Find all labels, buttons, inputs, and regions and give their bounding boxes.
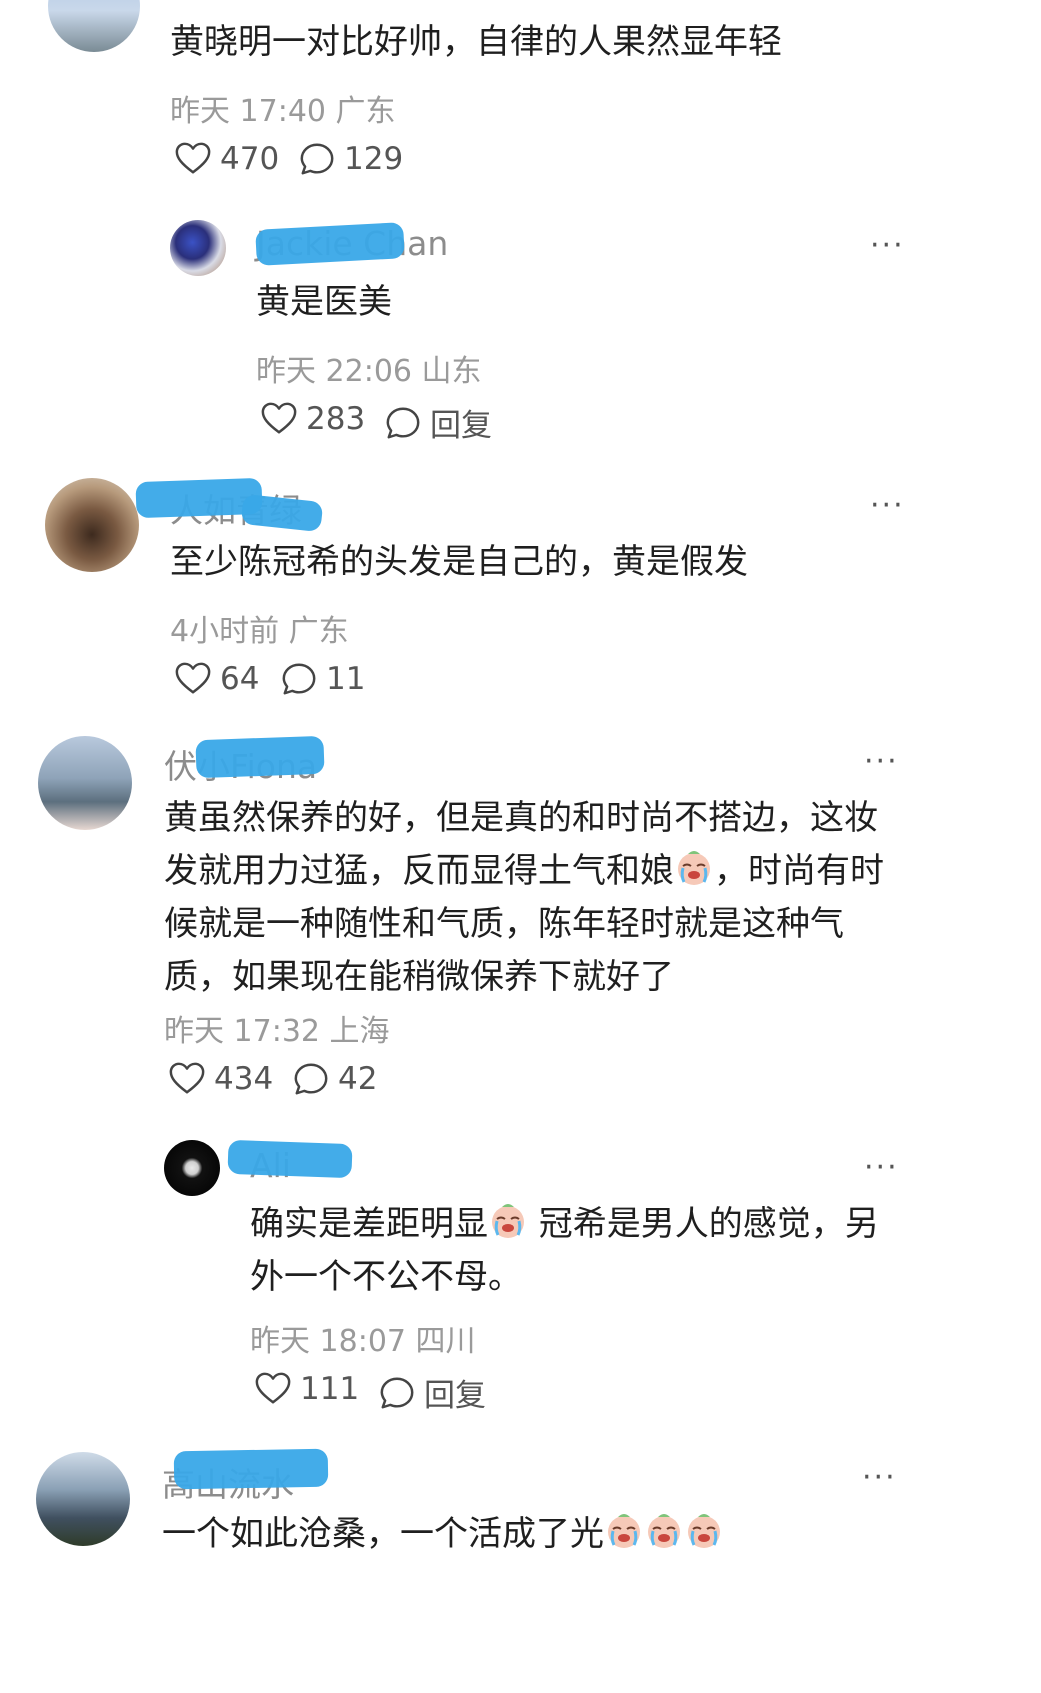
more-options-icon[interactable]: ··· [864,747,899,777]
text-line: 确实是差距明显 冠希是男人的感觉，另 [250,1198,1010,1251]
more-options-icon[interactable]: ··· [864,1153,899,1183]
reply-count: 42 [338,1061,378,1097]
comment-time: 昨天 22:06 [256,354,412,389]
comment-text: 黄虽然保养的好，但是真的和时尚不搭边，这妆 发就用力过猛，反而显得土气和娘 ，时尚… [164,792,1004,1004]
like-button[interactable]: 64 [174,660,259,698]
redaction-mark [227,1139,353,1179]
text-line: 外一个不公不母。 [250,1257,522,1297]
comment-time: 昨天 18:07 [250,1324,406,1359]
text-line: 黄虽然保养的好，但是真的和时尚不搭边，这妆 [164,798,878,838]
comment-meta: 昨天 18:07 四川 [250,1316,476,1360]
comment-button[interactable]: 11 [280,660,365,698]
comment-button[interactable]: 129 [298,140,403,178]
comment-button[interactable]: 42 [292,1060,377,1098]
crying-face-emoji [674,848,714,888]
like-count: 470 [220,141,280,177]
like-count: 434 [214,1061,274,1097]
text-line: 发就用力过猛，反而显得土气和娘 ，时尚有时 [164,845,1004,898]
comment-text: 至少陈冠希的头发是自己的，黄是假发 [170,542,748,582]
heart-outline-icon [174,140,212,178]
crying-face-emoji [644,1511,684,1551]
speech-bubble-icon [298,140,336,178]
speech-bubble-icon [280,660,318,698]
comment-location: 广东 [335,94,396,129]
reply-count: 129 [344,141,404,177]
comment-time: 昨天 17:40 [170,94,326,129]
crying-face-emoji [604,1511,644,1551]
comment-text: 黄晓明一对比好帅，自律的人果然显年轻 [170,22,782,62]
heart-outline-icon [168,1060,206,1098]
avatar[interactable] [45,478,139,572]
comment-location: 山东 [421,354,482,389]
comment-meta: 4小时前 广东 [170,606,349,650]
text-segment: 冠希是男人的感觉，另 [528,1204,879,1244]
comment-text: 黄是医美 [256,282,392,322]
heart-outline-icon [174,660,212,698]
reply-label: 回复 [430,408,492,444]
like-count: 64 [220,661,260,697]
more-options-icon[interactable]: ··· [862,1463,897,1493]
heart-outline-icon [254,1370,292,1408]
reply-button[interactable]: 回复 [378,1370,486,1415]
comment-meta: 昨天 22:06 山东 [256,346,482,390]
avatar[interactable] [164,1140,220,1196]
reply-label: 回复 [424,1378,486,1414]
comment-text: 一个如此沧桑，一个活成了光 [162,1508,1022,1561]
like-button[interactable]: 434 [168,1060,273,1098]
more-options-icon[interactable]: ··· [870,491,905,521]
like-count: 283 [306,401,366,437]
avatar[interactable] [38,736,132,830]
speech-bubble-icon [384,404,422,442]
comment-meta: 昨天 17:40 广东 [170,86,396,130]
comment-time: 4小时前 [170,614,280,649]
comment-location: 上海 [329,1014,390,1049]
avatar[interactable] [170,220,226,276]
speech-bubble-icon [378,1374,416,1412]
redaction-mark [173,1448,329,1490]
comment-time: 昨天 17:32 [164,1014,320,1049]
comment-text: 确实是差距明显 冠希是男人的感觉，另 外一个不公不母。 [250,1198,1010,1304]
avatar[interactable] [48,0,140,52]
like-count: 111 [300,1371,360,1407]
comment-location: 广东 [288,614,349,649]
redaction-mark [195,735,325,779]
like-button[interactable]: 111 [254,1370,359,1408]
crying-face-emoji [684,1511,724,1551]
text-line: 质，如果现在能稍微保养下就好了 [164,957,674,997]
avatar[interactable] [36,1452,130,1546]
more-options-icon[interactable]: ··· [870,231,905,261]
text-segment: 一个如此沧桑，一个活成了光 [162,1514,604,1554]
text-line: 候就是一种随性和气质，陈年轻时就是这种气 [164,904,844,944]
like-button[interactable]: 470 [174,140,279,178]
speech-bubble-icon [292,1060,330,1098]
reply-count: 11 [326,661,366,697]
comment-meta: 昨天 17:32 上海 [164,1006,390,1050]
text-segment: 发就用力过猛，反而显得土气和娘 [164,851,674,891]
text-segment: ，时尚有时 [714,851,884,891]
heart-outline-icon [260,400,298,438]
comment-location: 四川 [415,1324,476,1359]
reply-button[interactable]: 回复 [384,400,492,445]
text-segment: 确实是差距明显 [250,1204,488,1244]
like-button[interactable]: 283 [260,400,365,438]
crying-face-emoji [488,1201,528,1241]
